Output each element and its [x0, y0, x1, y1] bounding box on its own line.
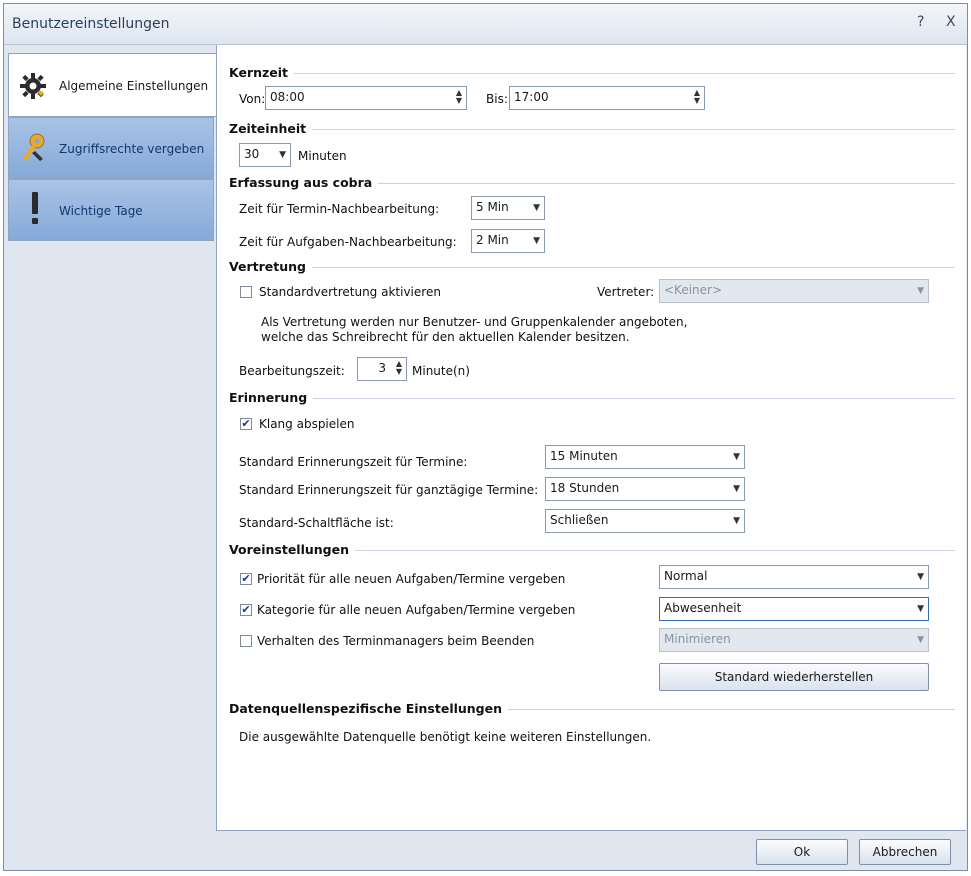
standardvertretung-checkbox[interactable] — [240, 286, 252, 298]
bearbeitungszeit-value: 3 — [378, 361, 386, 375]
verhalten-checkbox[interactable] — [240, 635, 252, 647]
sidebar: Algemeine Einstellungen Zugriffsrechte v… — [4, 45, 220, 831]
verhalten-select[interactable]: Minimieren ▼ — [659, 628, 929, 652]
section-rule — [229, 129, 955, 130]
aufgaben-nachbearbeitung-select[interactable]: 2 Min ▼ — [471, 229, 545, 253]
section-title-zeiteinheit: Zeiteinheit — [229, 121, 313, 136]
vertreter-label: Vertreter: — [597, 285, 655, 299]
section-rule — [229, 267, 955, 268]
bis-value: 17:00 — [514, 90, 549, 104]
dialog-button-bar: Ok Abbrechen — [4, 831, 967, 870]
erinnerung-termine-select[interactable]: 15 Minuten ▼ — [545, 445, 745, 469]
section-title-vertretung: Vertretung — [229, 259, 312, 274]
zeiteinheit-unit: Minuten — [298, 149, 347, 163]
chevron-down-icon: ▼ — [733, 484, 740, 494]
chevron-down-icon: ▼ — [917, 572, 924, 582]
kategorie-checkbox[interactable]: ✔ — [240, 604, 252, 616]
vertreter-select[interactable]: <Keiner> ▼ — [659, 279, 929, 303]
gear-icon — [20, 73, 46, 99]
standard-wiederherstellen-button[interactable]: Standard wiederherstellen — [659, 663, 929, 691]
sidebar-item-wichtige-tage[interactable]: Wichtige Tage — [8, 179, 214, 241]
window-title: Benutzereinstellungen — [12, 16, 170, 32]
standardvertretung-label: Standardvertretung aktivieren — [259, 285, 441, 299]
bis-time-input[interactable]: 17:00 ▲ ▼ — [509, 86, 705, 110]
sidebar-item-label: Zugriffsrechte vergeben — [59, 142, 205, 156]
section-title-datenquelle: Datenquellenspezifische Einstellungen — [229, 701, 509, 716]
zeiteinheit-select[interactable]: 30 ▼ — [239, 143, 291, 167]
section-title-voreinstellungen: Voreinstellungen — [229, 542, 355, 557]
klang-checkbox[interactable]: ✔ — [240, 418, 252, 430]
erinnerung-ganztaegig-label: Standard Erinnerungszeit für ganztägige … — [239, 483, 539, 497]
prioritaet-checkbox[interactable]: ✔ — [240, 573, 252, 585]
chevron-down-icon: ▼ — [533, 203, 540, 213]
title-bar: Benutzereinstellungen ? X — [4, 4, 967, 45]
ok-button[interactable]: Ok — [756, 839, 848, 865]
chevron-down-icon: ▼ — [917, 286, 924, 296]
cancel-button[interactable]: Abbrechen — [859, 839, 951, 865]
zeiteinheit-value: 30 — [244, 147, 260, 161]
prioritaet-select[interactable]: Normal ▼ — [659, 565, 929, 589]
sidebar-item-label: Algemeine Einstellungen — [59, 79, 209, 93]
vertretung-info-line2: welche das Schreibrecht für den aktuelle… — [261, 330, 630, 344]
chevron-down-icon: ▼ — [279, 150, 286, 160]
section-title-erfassung: Erfassung aus cobra — [229, 175, 379, 190]
kategorie-value: Abwesenheit — [664, 601, 742, 615]
bearbeitungszeit-stepper[interactable]: 3 ▲ ▼ — [357, 357, 407, 381]
key-icon — [22, 133, 45, 161]
settings-content: Kernzeit Von: 08:00 ▲ ▼ Bis: 17:00 ▲ ▼ Zei… — [216, 45, 966, 831]
exclamation-icon — [32, 192, 38, 224]
close-icon[interactable]: X — [946, 14, 956, 30]
sidebar-item-label: Wichtige Tage — [59, 204, 143, 218]
vertreter-value: <Keiner> — [664, 283, 723, 297]
erinnerung-ganztaegig-value: 18 Stunden — [550, 481, 620, 495]
chevron-down-icon: ▼ — [733, 452, 740, 462]
spinner-icon[interactable]: ▲ ▼ — [694, 89, 700, 105]
verhalten-value: Minimieren — [664, 632, 731, 646]
bis-label: Bis: — [486, 92, 508, 106]
von-label: Von: — [239, 92, 266, 106]
von-value: 08:00 — [270, 90, 305, 104]
prioritaet-label: Priorität für alle neuen Aufgaben/Termin… — [257, 572, 566, 586]
chevron-down-icon: ▼ — [917, 604, 924, 614]
settings-dialog: Benutzereinstellungen ? X Algemeine Eins… — [3, 3, 968, 871]
klang-label: Klang abspielen — [259, 417, 355, 431]
standard-schaltflaeche-select[interactable]: Schließen ▼ — [545, 509, 745, 533]
verhalten-label: Verhalten des Terminmanagers beim Beende… — [257, 634, 535, 648]
help-icon[interactable]: ? — [917, 14, 924, 30]
bearbeitungszeit-label: Bearbeitungszeit: — [239, 364, 345, 378]
datenquelle-text: Die ausgewählte Datenquelle benötigt kei… — [239, 730, 652, 744]
standard-schaltflaeche-value: Schließen — [550, 513, 609, 527]
prioritaet-value: Normal — [664, 569, 708, 583]
termin-nachbearbeitung-label: Zeit für Termin-Nachbearbeitung: — [239, 202, 440, 216]
kategorie-select[interactable]: Abwesenheit ▼ — [659, 597, 929, 621]
vertretung-info-line1: Als Vertretung werden nur Benutzer- und … — [261, 315, 688, 329]
termin-nachbearbeitung-select[interactable]: 5 Min ▼ — [471, 196, 545, 220]
chevron-down-icon: ▼ — [917, 635, 924, 645]
bearbeitungszeit-unit: Minute(n) — [412, 364, 470, 378]
spinner-icon[interactable]: ▲ ▼ — [396, 360, 402, 376]
spinner-icon[interactable]: ▲ ▼ — [456, 89, 462, 105]
erinnerung-termine-value: 15 Minuten — [550, 449, 618, 463]
sidebar-item-allgemein[interactable]: Algemeine Einstellungen — [8, 53, 220, 117]
aufgaben-nachbearbeitung-value: 2 Min — [476, 233, 509, 247]
aufgaben-nachbearbeitung-label: Zeit für Aufgaben-Nachbearbeitung: — [239, 235, 457, 249]
standard-schaltflaeche-label: Standard-Schaltfläche ist: — [239, 516, 394, 530]
chevron-down-icon: ▼ — [533, 236, 540, 246]
von-time-input[interactable]: 08:00 ▲ ▼ — [265, 86, 467, 110]
sidebar-item-zugriffsrechte[interactable]: Zugriffsrechte vergeben — [8, 117, 214, 179]
section-title-kernzeit: Kernzeit — [229, 65, 295, 80]
section-rule — [229, 398, 955, 399]
section-rule — [229, 73, 955, 74]
chevron-down-icon: ▼ — [733, 516, 740, 526]
erinnerung-ganztaegig-select[interactable]: 18 Stunden ▼ — [545, 477, 745, 501]
section-title-erinnerung: Erinnerung — [229, 390, 314, 405]
kategorie-label: Kategorie für alle neuen Aufgaben/Termin… — [257, 603, 576, 617]
termin-nachbearbeitung-value: 5 Min — [476, 200, 509, 214]
erinnerung-termine-label: Standard Erinnerungszeit für Termine: — [239, 455, 468, 469]
